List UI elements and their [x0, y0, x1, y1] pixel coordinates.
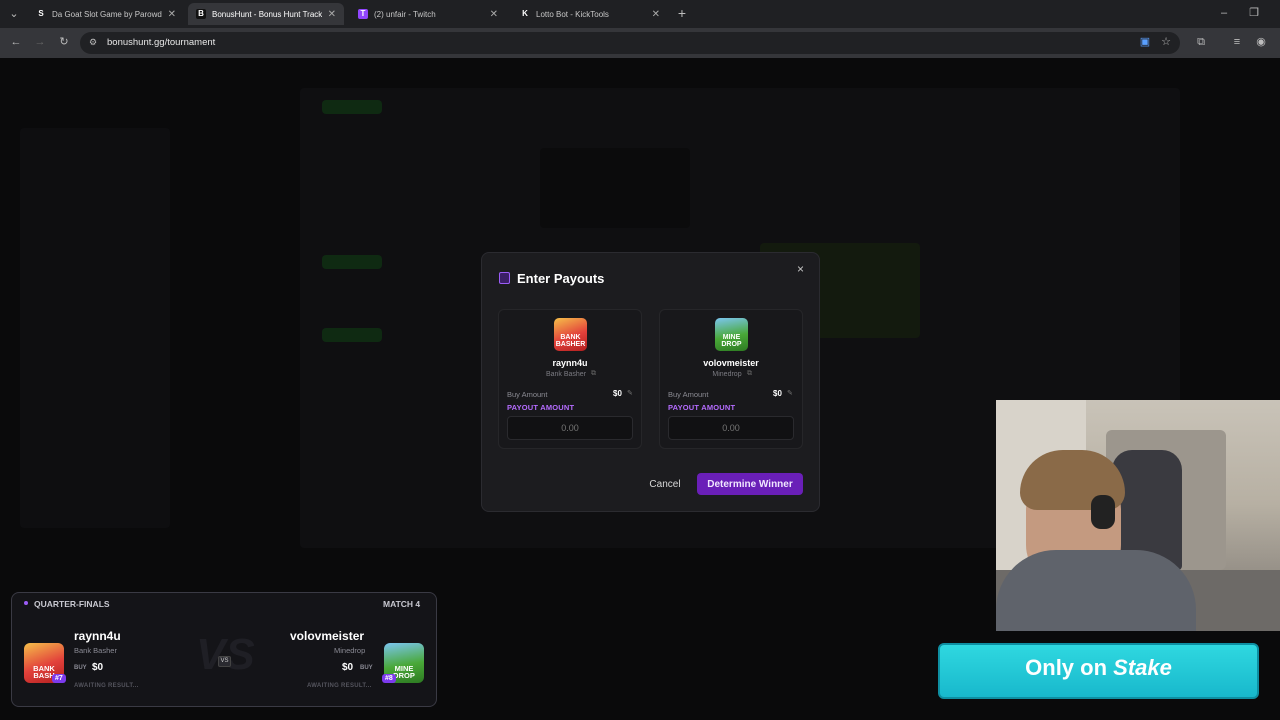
left-status: AWAITING RESULT...	[74, 683, 139, 689]
right-buy-label: BUY	[360, 665, 373, 671]
tab-title: BonusHunt - Bonus Hunt Tracke	[212, 9, 322, 19]
minimize-icon[interactable]: –	[1216, 5, 1232, 21]
right-player-game: Minedrop	[334, 646, 366, 655]
player-name: raynn4u	[552, 358, 588, 368]
tab-twitch[interactable]: T (2) unfair - Twitch ✕	[350, 3, 506, 25]
left-player-name: raynn4u	[74, 629, 121, 643]
payout-input-raynn4u[interactable]	[507, 416, 633, 440]
tab-title: (2) unfair - Twitch	[374, 9, 436, 19]
banner-prefix: Only on	[1025, 655, 1114, 680]
stake-banner-text: Only on Stake	[938, 655, 1259, 681]
payout-input-volovmeister[interactable]	[668, 416, 794, 440]
tab-favicon-icon: K	[522, 9, 528, 18]
left-buy-label: BUY	[74, 665, 87, 671]
payout-amount-label: PAYOUT AMOUNT	[507, 403, 575, 412]
tab-favicon-icon: T	[358, 9, 368, 19]
match-number: MATCH 4	[383, 599, 421, 609]
left-seed-badge: #7	[52, 674, 66, 683]
close-icon[interactable]: ×	[797, 262, 804, 276]
address-bar[interactable]	[80, 32, 1180, 54]
reload-icon[interactable]: ↻	[56, 34, 72, 50]
payout-amount-label: PAYOUT AMOUNT	[668, 403, 736, 412]
close-icon[interactable]: ✕	[168, 9, 176, 20]
cast-icon[interactable]: ▣	[1137, 34, 1153, 50]
restore-icon[interactable]: ❐	[1246, 5, 1262, 21]
player-game: Minedrop	[712, 371, 742, 378]
back-icon[interactable]: ←	[8, 34, 24, 50]
buy-amount-value: $0	[613, 389, 622, 398]
close-icon[interactable]: ✕	[652, 9, 660, 20]
close-icon[interactable]: ✕	[328, 9, 336, 20]
buy-amount-value: $0	[773, 389, 782, 398]
right-player-name: volovmeister	[290, 629, 365, 643]
new-tab-button[interactable]: +	[674, 5, 690, 21]
webcam-feed	[996, 400, 1280, 631]
copy-icon[interactable]: ⧉	[747, 370, 752, 378]
site-info-icon[interactable]: ⚙	[89, 37, 97, 48]
minedrop-thumbnail: MINE DROP	[715, 318, 748, 351]
url-text[interactable]: bonushunt.gg/tournament	[107, 37, 215, 48]
tab-favicon-icon: B	[196, 9, 206, 19]
stake-logo: Stake	[1113, 655, 1172, 680]
player-game: Bank Basher	[545, 371, 587, 378]
right-seed-badge: #8	[382, 674, 396, 683]
cancel-button[interactable]: Cancel	[643, 473, 687, 495]
bank-basher-thumbnail: BANK BASHER	[554, 318, 587, 351]
extensions-icon[interactable]: ⧉	[1193, 34, 1209, 50]
modal-title: Enter Payouts	[517, 271, 605, 286]
tab-title: Lotto Bot - KickTools	[536, 9, 609, 19]
browser-tab-bar: ⌄ S Da Goat Slot Game by Parowde ✕ B Bon…	[0, 0, 1280, 28]
close-icon[interactable]: ✕	[490, 9, 498, 20]
forward-icon[interactable]: →	[32, 34, 48, 50]
tab-favicon-icon: S	[38, 9, 44, 18]
right-buy-value: $0	[342, 662, 354, 673]
vs-badge: VS	[218, 656, 231, 667]
profile-icon[interactable]: ◉	[1253, 34, 1269, 50]
tab-title: Da Goat Slot Game by Parowde	[52, 9, 162, 19]
buy-amount-label: Buy Amount	[668, 390, 709, 399]
copy-icon[interactable]: ⧉	[591, 370, 596, 378]
buy-amount-label: Buy Amount	[507, 390, 548, 399]
match-stage: QUARTER-FINALS	[34, 599, 110, 609]
tab-kicktools[interactable]: K Lotto Bot - KickTools ✕	[512, 3, 668, 25]
payout-icon	[499, 272, 510, 284]
determine-winner-button[interactable]: Determine Winner	[697, 473, 803, 495]
left-player-game: Bank Basher	[74, 646, 117, 655]
bookmark-star-icon[interactable]: ☆	[1158, 34, 1174, 50]
tab-da-goat[interactable]: S Da Goat Slot Game by Parowde ✕	[28, 3, 184, 25]
pencil-icon[interactable]: ✎	[787, 389, 793, 397]
media-icon[interactable]: ≡	[1229, 34, 1245, 50]
left-buy-value: $0	[92, 662, 104, 673]
stage-dot-icon	[24, 601, 28, 605]
pencil-icon[interactable]: ✎	[627, 389, 633, 397]
vs-watermark: VS	[196, 630, 255, 679]
tab-search-icon[interactable]: ⌄	[6, 6, 22, 22]
player-name: volovmeister	[703, 358, 759, 368]
tab-bonushunt[interactable]: B BonusHunt - Bonus Hunt Tracke ✕	[188, 3, 344, 25]
right-status: AWAITING RESULT...	[307, 683, 372, 689]
